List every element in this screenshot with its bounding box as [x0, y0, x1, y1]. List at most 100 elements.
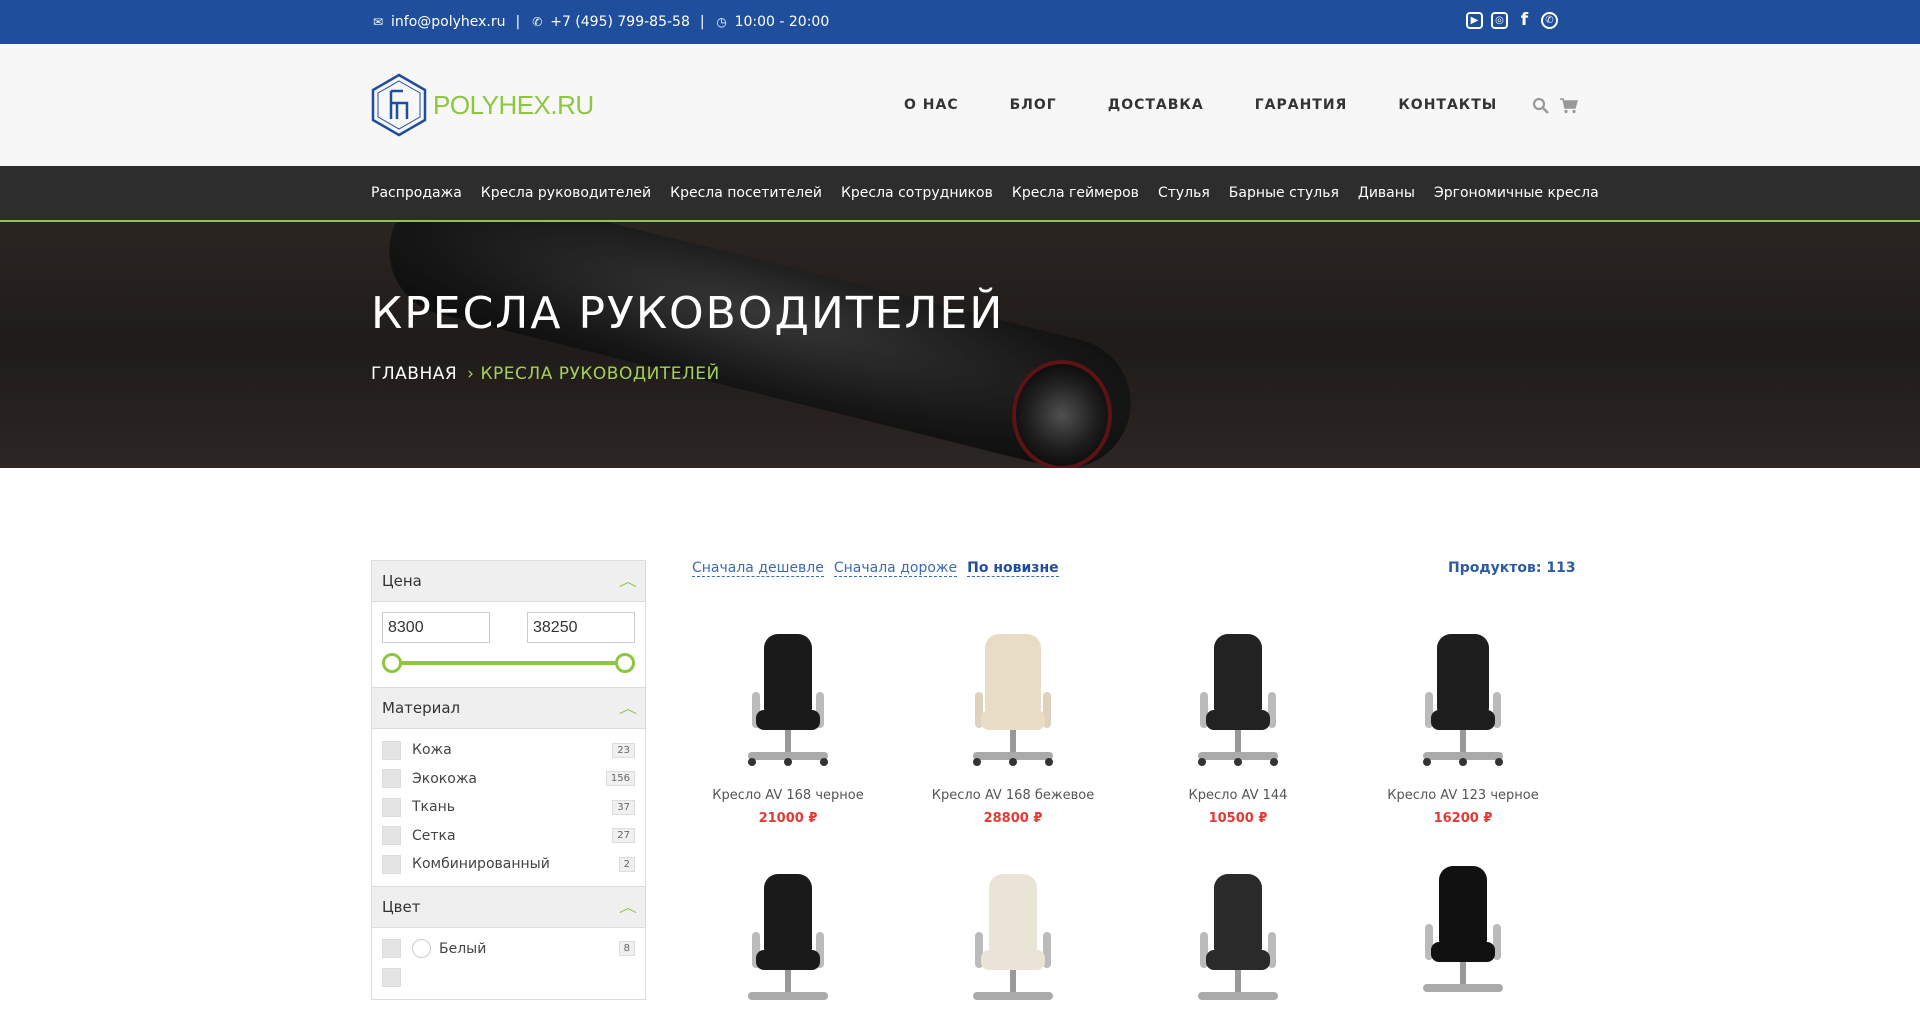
envelope-icon: ✉ — [372, 15, 384, 29]
product-image[interactable] — [913, 630, 1113, 780]
filter-price-header[interactable]: Цена ︿ — [372, 561, 645, 602]
filter-option[interactable]: Ткань 37 — [382, 793, 635, 822]
product-image[interactable] — [913, 866, 1113, 1016]
contact-email[interactable]: info@polyhex.ru — [391, 14, 506, 30]
option-count: 156 — [605, 771, 635, 787]
product-card[interactable] — [688, 866, 888, 1016]
hero-overlay — [0, 222, 1920, 468]
breadcrumb-home[interactable]: ГЛАВНАЯ — [371, 364, 457, 384]
product-name[interactable]: Кресло AV 168 бежевое — [913, 788, 1113, 803]
product-name[interactable]: Кресло AV 144 — [1138, 788, 1338, 803]
price-filter — [372, 602, 645, 688]
category-staff-chairs[interactable]: Кресла сотрудников — [841, 185, 993, 201]
filter-option[interactable] — [382, 963, 635, 992]
hexagon-logo-icon — [371, 73, 427, 137]
product-image[interactable] — [688, 866, 888, 1016]
option-label: Экокожа — [412, 770, 478, 787]
product-card[interactable] — [1138, 866, 1338, 1016]
product-price: 16200 ₽ — [1433, 811, 1493, 826]
price-slider-max-handle[interactable] — [615, 653, 635, 673]
category-visitor-chairs[interactable]: Кресла посетителей — [670, 185, 822, 201]
filter-option[interactable]: Комбинированный 2 — [382, 850, 635, 879]
sort-options: Сначала дешевле Сначала дороже По новизн… — [692, 560, 1059, 577]
category-bar-stools[interactable]: Барные стулья — [1229, 185, 1339, 201]
chevron-up-icon[interactable]: ︿ — [619, 897, 637, 917]
checkbox[interactable] — [382, 769, 401, 789]
product-card[interactable]: Кресло AV 168 бежевое 28800 ₽ — [913, 630, 1113, 826]
category-sofas[interactable]: Диваны — [1358, 185, 1415, 201]
phone-icon: ✆ — [532, 15, 543, 29]
checkbox[interactable] — [382, 854, 401, 874]
product-card[interactable]: Кресло AV 144 10500 ₽ — [1138, 630, 1338, 826]
product-image[interactable] — [1363, 862, 1563, 1012]
instagram-icon[interactable]: ◎ — [1491, 11, 1508, 29]
price-slider-track — [392, 661, 625, 665]
logo[interactable]: POLYHEX.RU — [371, 73, 594, 137]
price-max-input[interactable] — [527, 612, 635, 643]
nav-contacts[interactable]: КОНТАКТЫ — [1398, 97, 1497, 113]
checkbox[interactable] — [382, 939, 401, 959]
filter-material-title: Материал — [382, 699, 461, 717]
category-stools[interactable]: Стулья — [1158, 185, 1210, 201]
nav-about[interactable]: О НАС — [904, 97, 959, 113]
product-image[interactable] — [1363, 630, 1563, 780]
product-card[interactable]: Кресло AV 123 черное 16200 ₽ — [1363, 630, 1563, 826]
filter-option[interactable]: Экокожа 156 — [382, 765, 635, 794]
product-image[interactable] — [1138, 866, 1338, 1016]
product-card[interactable] — [1363, 862, 1563, 1012]
breadcrumb-chevron-icon: › — [467, 364, 475, 384]
product-card[interactable] — [913, 866, 1113, 1016]
option-count: 23 — [612, 742, 635, 758]
price-min-input[interactable] — [382, 612, 490, 643]
category-ergonomic-chairs[interactable]: Эргономичные кресла — [1434, 185, 1599, 201]
product-card[interactable]: Кресло AV 168 черное 21000 ₽ — [688, 630, 888, 826]
whatsapp-icon[interactable]: ✆ — [1541, 11, 1558, 29]
color-options: Белый 8 — [372, 928, 645, 999]
chair-image — [1413, 634, 1513, 774]
product-image[interactable] — [1138, 630, 1338, 780]
facebook-icon[interactable]: f — [1516, 11, 1533, 29]
chair-image — [738, 634, 838, 774]
contact-phone[interactable]: +7 (495) 799-85-58 — [550, 14, 690, 30]
top-bar: ✉ info@polyhex.ru | ✆ +7 (495) 799-85-58… — [0, 0, 1920, 44]
option-label: Кожа — [412, 742, 452, 759]
filter-option[interactable]: Сетка 27 — [382, 822, 635, 851]
checkbox[interactable] — [382, 967, 401, 987]
chevron-up-icon[interactable]: ︿ — [619, 698, 637, 718]
product-name[interactable]: Кресло AV 123 черное — [1363, 788, 1563, 803]
logo-text: POLYHEX.RU — [433, 89, 594, 120]
chair-image — [738, 874, 838, 1014]
price-slider-min-handle[interactable] — [382, 653, 402, 673]
filter-option[interactable]: Белый 8 — [382, 935, 635, 964]
chair-image — [963, 874, 1063, 1014]
header-icons — [1532, 97, 1579, 114]
nav-blog[interactable]: БЛОГ — [1010, 97, 1057, 113]
filter-option[interactable]: Кожа 23 — [382, 736, 635, 765]
chevron-up-icon[interactable]: ︿ — [619, 571, 637, 591]
product-image[interactable] — [688, 630, 888, 780]
checkbox[interactable] — [382, 797, 401, 817]
checkbox[interactable] — [382, 826, 401, 846]
chair-image — [963, 634, 1063, 774]
sort-cheap-first[interactable]: Сначала дешевле — [692, 560, 824, 577]
chair-image — [1188, 874, 1288, 1014]
search-icon[interactable] — [1532, 97, 1550, 114]
filter-color-header[interactable]: Цвет ︿ — [372, 886, 645, 928]
sort-newest[interactable]: По новизне — [967, 560, 1059, 577]
youtube-icon[interactable]: ▶ — [1466, 11, 1483, 29]
option-count: 2 — [618, 856, 635, 872]
nav-warranty[interactable]: ГАРАНТИЯ — [1255, 97, 1348, 113]
price-range-slider[interactable] — [382, 651, 635, 675]
sort-expensive-first[interactable]: Сначала дороже — [833, 560, 958, 577]
option-count: 27 — [612, 828, 635, 844]
category-executive-chairs[interactable]: Кресла руководителей — [481, 185, 651, 201]
product-name[interactable]: Кресло AV 168 черное — [688, 788, 888, 803]
work-hours: 10:00 - 20:00 — [734, 14, 830, 30]
category-sale[interactable]: Распродажа — [371, 185, 462, 201]
cart-icon[interactable] — [1559, 97, 1579, 114]
separator: | — [515, 14, 521, 30]
category-gamer-chairs[interactable]: Кресла геймеров — [1012, 185, 1139, 201]
filter-material-header[interactable]: Материал ︿ — [372, 688, 645, 729]
nav-delivery[interactable]: ДОСТАВКА — [1108, 97, 1204, 113]
checkbox[interactable] — [382, 740, 401, 760]
